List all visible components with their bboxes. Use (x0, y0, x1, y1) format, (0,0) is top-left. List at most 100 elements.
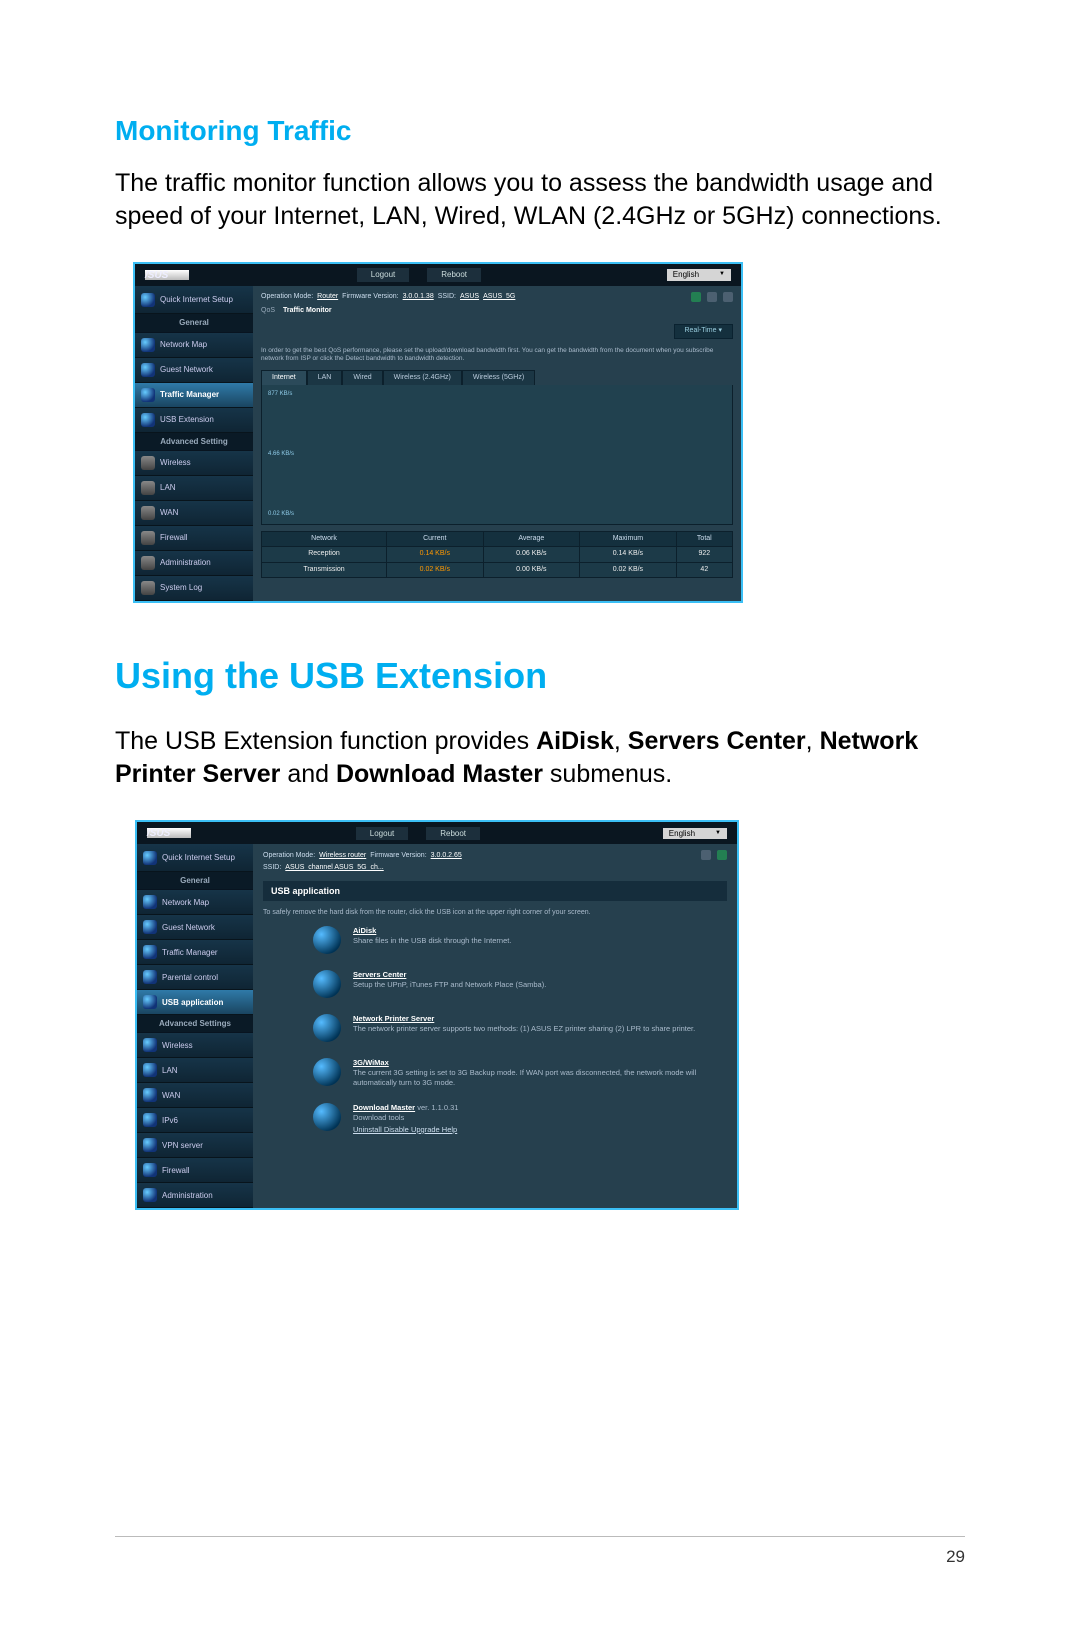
ssid-value-2[interactable]: ASUS_5G (483, 293, 515, 301)
app-title: 3G/WiMax (353, 1058, 389, 1067)
wrench-icon (141, 581, 155, 595)
opmode-value[interactable]: Wireless router (319, 852, 366, 859)
status-line: Operation Mode: Wireless router Firmware… (263, 848, 727, 862)
sidebar-header-general: General (137, 872, 253, 890)
opmode-value[interactable]: Router (317, 293, 338, 301)
ssid-value-1[interactable]: ASUS (460, 293, 479, 301)
sidebar-label: Network Map (162, 898, 209, 907)
main-panel: Operation Mode: Wireless router Firmware… (253, 844, 737, 1208)
sidebar-item-vpn[interactable]: VPN server (137, 1133, 253, 1158)
graph-tab-wired[interactable]: Wired (342, 370, 382, 385)
qos-subtabs: QoS Traffic Monitor (261, 304, 733, 318)
sidebar: Quick Internet Setup General Network Map… (135, 286, 253, 601)
text: , (806, 727, 820, 755)
wrench-icon (141, 506, 155, 520)
fw-label: Firmware Version: (370, 852, 426, 859)
graph-tab-internet[interactable]: Internet (261, 370, 307, 385)
traffic-manager-icon (141, 388, 155, 402)
sidebar-item-ipv6[interactable]: IPv6 (137, 1108, 253, 1133)
body-paragraph: The traffic monitor function allows you … (115, 167, 965, 232)
sidebar-item-system-log[interactable]: System Log (135, 576, 253, 601)
status-icon (723, 292, 733, 302)
stats-table: Network Current Average Maximum Total Re… (261, 531, 733, 578)
cell: 922 (676, 547, 732, 562)
sidebar-item-wan[interactable]: WAN (137, 1083, 253, 1108)
reboot-button[interactable]: Reboot (426, 827, 480, 840)
usb-app-3g-wimax[interactable]: 3G/WiMaxThe current 3G setting is set to… (313, 1058, 697, 1087)
app-title: Download Master (353, 1103, 415, 1112)
app-links[interactable]: Uninstall Disable Upgrade Help (353, 1125, 458, 1135)
col-current: Current (387, 532, 484, 547)
lan-icon (143, 1063, 157, 1077)
sidebar-item-wan[interactable]: WAN (135, 501, 253, 526)
graph-tabs: Internet LAN Wired Wireless (2.4GHz) Wir… (261, 370, 733, 385)
sidebar-label: USB Extension (160, 415, 214, 425)
sidebar-item-guest-network[interactable]: Guest Network (137, 915, 253, 940)
tab-traffic-monitor[interactable]: Traffic Monitor (283, 307, 332, 315)
language-select[interactable]: English ▼ (663, 828, 727, 839)
wrench-icon (141, 456, 155, 470)
sidebar-item-administration[interactable]: Administration (135, 551, 253, 576)
sidebar-item-usb-extension[interactable]: USB Extension (135, 408, 253, 433)
ipv6-icon (143, 1113, 157, 1127)
sidebar-item-network-map[interactable]: Network Map (135, 333, 253, 358)
firewall-icon (143, 1163, 157, 1177)
ssid-line: SSID: ASUS_channel ASUS_5G_ch... (263, 862, 727, 873)
app-desc: Setup the UPnP, iTunes FTP and Network P… (353, 980, 546, 989)
wireless-icon (143, 1038, 157, 1052)
cell: Transmission (262, 562, 387, 577)
sidebar-item-guest-network[interactable]: Guest Network (135, 358, 253, 383)
usb-app-servers-center[interactable]: Servers CenterSetup the UPnP, iTunes FTP… (313, 970, 697, 998)
graph-tab-wlan5[interactable]: Wireless (5GHz) (462, 370, 535, 385)
status-icon (701, 850, 711, 860)
qis-icon (141, 293, 155, 307)
sidebar-item-network-map[interactable]: Network Map (137, 890, 253, 915)
sidebar-item-lan[interactable]: LAN (137, 1058, 253, 1083)
sidebar-item-firewall[interactable]: Firewall (137, 1158, 253, 1183)
graph-y-label: 0.02 KB/s (268, 511, 726, 518)
sidebar-label: Quick Internet Setup (162, 853, 235, 862)
logout-button[interactable]: Logout (356, 827, 408, 840)
sidebar-item-traffic-manager[interactable]: Traffic Manager (135, 383, 253, 408)
col-maximum: Maximum (580, 532, 677, 547)
sidebar-item-parental[interactable]: Parental control (137, 965, 253, 990)
admin-icon (143, 1188, 157, 1202)
logout-button[interactable]: Logout (357, 268, 409, 282)
graph-tab-lan[interactable]: LAN (307, 370, 343, 385)
sidebar-item-qis[interactable]: Quick Internet Setup (137, 844, 253, 872)
fw-value[interactable]: 3.0.0.1.38 (403, 293, 434, 301)
fw-value[interactable]: 3.0.0.2.65 (431, 852, 462, 859)
sidebar-label: VPN server (162, 1141, 203, 1150)
ssid-value[interactable]: ASUS_channel ASUS_5G_ch... (285, 864, 383, 871)
sidebar-item-wireless[interactable]: Wireless (137, 1033, 253, 1058)
info-text: In order to get the best QoS performance… (261, 345, 733, 370)
text: The USB Extension function provides (115, 727, 536, 755)
realtime-dropdown[interactable]: Real-Time ▾ (674, 324, 734, 338)
app-title: Servers Center (353, 970, 406, 979)
usb-app-download-master[interactable]: Download Master ver. 1.1.0.31Download to… (313, 1103, 697, 1134)
reboot-button[interactable]: Reboot (427, 268, 481, 282)
sidebar: Quick Internet Setup General Network Map… (137, 844, 253, 1208)
realtime-label: Real-Time (685, 327, 717, 334)
status-line: Operation Mode: Router Firmware Version:… (261, 290, 733, 304)
sidebar-item-traffic-manager[interactable]: Traffic Manager (137, 940, 253, 965)
cell: 42 (676, 562, 732, 577)
bold-term: Servers Center (628, 727, 806, 755)
language-select[interactable]: English ▼ (667, 269, 731, 281)
guest-network-icon (141, 363, 155, 377)
usb-app-aidisk[interactable]: AiDiskShare files in the USB disk throug… (313, 926, 697, 954)
sidebar-item-qis[interactable]: Quick Internet Setup (135, 286, 253, 314)
usb-app-printer[interactable]: Network Printer ServerThe network printe… (313, 1014, 697, 1042)
network-map-icon (141, 338, 155, 352)
table-row: Transmission 0.02 KB/s 0.00 KB/s 0.02 KB… (262, 562, 733, 577)
graph-tab-wlan24[interactable]: Wireless (2.4GHz) (383, 370, 462, 385)
col-network: Network (262, 532, 387, 547)
sidebar-item-usb-application[interactable]: USB application (137, 990, 253, 1015)
sidebar-item-firewall[interactable]: Firewall (135, 526, 253, 551)
sidebar-item-lan[interactable]: LAN (135, 476, 253, 501)
tab-qos[interactable]: QoS (261, 307, 275, 315)
sidebar-item-administration[interactable]: Administration (137, 1183, 253, 1208)
sidebar-item-wireless[interactable]: Wireless (135, 451, 253, 476)
usb-app-icon (143, 995, 157, 1009)
sidebar-label: USB application (162, 998, 223, 1007)
